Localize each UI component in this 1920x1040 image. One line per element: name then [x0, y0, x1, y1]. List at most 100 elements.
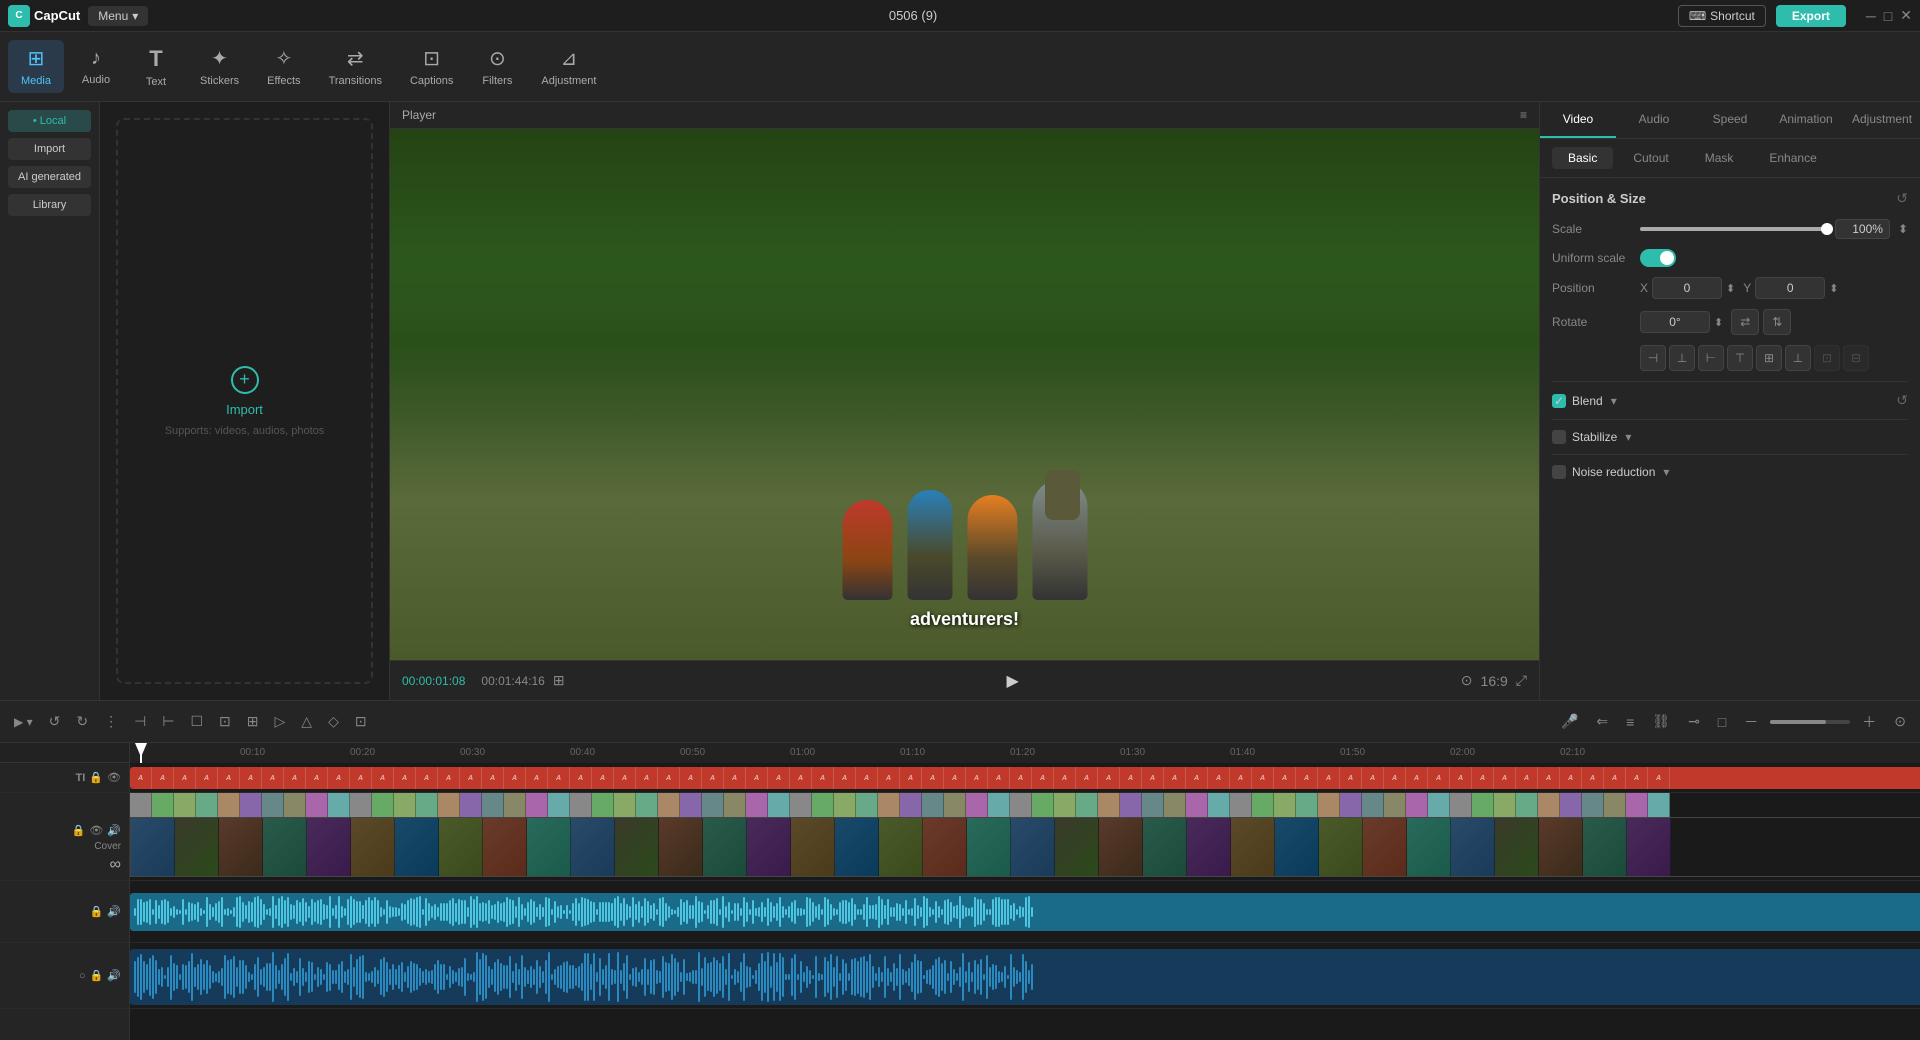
- tab-video[interactable]: Video: [1540, 102, 1616, 138]
- tab-speed[interactable]: Speed: [1692, 102, 1768, 138]
- noise-reduction-info[interactable]: ▾: [1663, 465, 1669, 479]
- eye-icon-tt[interactable]: 👁: [107, 771, 121, 784]
- text-track-segment[interactable]: AAAAAAAAAAAAAAAAAAAAAAAAAAAAAAAAAAAAAAAA…: [130, 767, 1920, 789]
- align-bottom-button[interactable]: ⊥: [1785, 345, 1811, 371]
- align-center-v-button[interactable]: ⊞: [1756, 345, 1782, 371]
- chain-button[interactable]: ⛓: [1646, 709, 1676, 734]
- sub-tab-enhance[interactable]: Enhance: [1753, 147, 1832, 169]
- fullscreen-button[interactable]: ⤢: [1516, 672, 1527, 689]
- crop-button[interactable]: ⊡: [349, 709, 373, 734]
- export-button[interactable]: Export: [1776, 5, 1846, 27]
- toolbar-item-stickers[interactable]: ✦ Stickers: [188, 40, 251, 93]
- play-button[interactable]: ▶: [1007, 671, 1019, 691]
- align-center-h-button[interactable]: ⊥: [1669, 345, 1695, 371]
- sub-tab-cutout[interactable]: Cutout: [1617, 147, 1684, 169]
- y-spinners[interactable]: ⬍: [1829, 282, 1838, 295]
- cursor-tool-button[interactable]: ▶ ▾: [8, 711, 39, 733]
- local-button[interactable]: • Local: [8, 110, 91, 132]
- rotate-input[interactable]: [1640, 311, 1710, 333]
- noise-reduction-checkbox[interactable]: [1552, 465, 1566, 479]
- scale-value-input[interactable]: [1835, 219, 1890, 239]
- scale-slider-thumb[interactable]: [1821, 223, 1833, 235]
- stabilize-checkbox[interactable]: [1552, 430, 1566, 444]
- blend-checkbox[interactable]: ✓: [1552, 394, 1566, 408]
- paste-button[interactable]: ⊞: [241, 709, 265, 734]
- time-display-toggle[interactable]: ⊞: [553, 672, 565, 689]
- player-menu-icon[interactable]: ≡: [1520, 108, 1527, 122]
- import-label[interactable]: Import: [226, 402, 263, 417]
- toolbar-item-filters[interactable]: ⊙ Filters: [469, 40, 525, 93]
- audio-button[interactable]: △: [295, 709, 318, 734]
- toolbar-item-transitions[interactable]: ⇄ Transitions: [317, 40, 394, 93]
- y-input[interactable]: [1755, 277, 1825, 299]
- sub-tab-mask[interactable]: Mask: [1689, 147, 1750, 169]
- align-left-button[interactable]: ⊣: [1640, 345, 1666, 371]
- audio-track-2-segment[interactable]: [130, 949, 1920, 1005]
- scale-spinners[interactable]: ⬍: [1898, 222, 1908, 236]
- library-button[interactable]: Library: [8, 194, 91, 216]
- toolbar-item-captions[interactable]: ⊡ Captions: [398, 40, 465, 93]
- cut-button[interactable]: ⊸: [1682, 709, 1706, 734]
- mic-button[interactable]: 🎤: [1555, 709, 1584, 734]
- sub-tab-basic[interactable]: Basic: [1552, 147, 1613, 169]
- infinity-icon[interactable]: ∞: [110, 856, 121, 874]
- toolbar-item-media[interactable]: ⊞ Media: [8, 40, 64, 93]
- uniform-scale-toggle[interactable]: [1640, 249, 1676, 267]
- toolbar-item-text[interactable]: T Text: [128, 40, 184, 94]
- delete-button[interactable]: ☐: [184, 709, 209, 734]
- tab-animation[interactable]: Animation: [1768, 102, 1844, 138]
- audio-track-1-segment[interactable]: [130, 893, 1920, 931]
- link-next-button[interactable]: ≡: [1620, 710, 1640, 734]
- zoom-in-button[interactable]: ＋: [1856, 708, 1882, 736]
- import-drop-area[interactable]: + Import Supports: videos, audios, photo…: [116, 118, 373, 684]
- audio-mute-icon-2[interactable]: 🔊: [107, 969, 121, 982]
- split-button[interactable]: ⋮: [98, 709, 124, 734]
- comment-button[interactable]: □: [1712, 710, 1732, 734]
- undo-button[interactable]: ↺: [43, 709, 67, 734]
- blend-reset[interactable]: ↺: [1896, 392, 1908, 409]
- flip-horizontal-button[interactable]: ⇄: [1731, 309, 1759, 335]
- aspect-ratio-button[interactable]: 16:9: [1481, 673, 1508, 689]
- flip-vertical-button[interactable]: ⇅: [1763, 309, 1791, 335]
- timeline-scroll[interactable]: 00:10 00:20 00:30 00:40 00:50 01:00 01:1…: [130, 743, 1920, 1040]
- rotate-spinners[interactable]: ⬍: [1714, 316, 1723, 329]
- blend-info[interactable]: ▾: [1611, 394, 1617, 408]
- import-icon[interactable]: +: [231, 366, 259, 394]
- lock-icon-audio2[interactable]: 🔒: [90, 969, 104, 982]
- settings-button[interactable]: ⊙: [1888, 709, 1912, 734]
- x-spinners[interactable]: ⬍: [1726, 282, 1735, 295]
- redo-button[interactable]: ↻: [70, 709, 94, 734]
- zoom-out-button[interactable]: －: [1738, 708, 1764, 736]
- minimize-button[interactable]: ─: [1866, 8, 1876, 24]
- toolbar-item-effects[interactable]: ✧ Effects: [255, 40, 312, 93]
- lock-icon-tt[interactable]: 🔒: [89, 771, 103, 784]
- audio-mute-icon-1[interactable]: 🔊: [107, 905, 121, 918]
- x-input[interactable]: [1652, 277, 1722, 299]
- menu-button[interactable]: Menu ▾: [88, 6, 148, 26]
- import-button[interactable]: Import: [8, 138, 91, 160]
- lock-icon-audio1[interactable]: 🔒: [90, 905, 104, 918]
- audio-mute-icon-video[interactable]: 🔊: [107, 824, 121, 837]
- circle-icon[interactable]: ○: [79, 970, 86, 982]
- shortcut-button[interactable]: ⌨ Shortcut: [1678, 5, 1766, 27]
- maximize-button[interactable]: □: [1884, 8, 1892, 24]
- link-prev-button[interactable]: ⇐: [1590, 709, 1614, 734]
- scale-slider[interactable]: [1640, 227, 1827, 231]
- zoom-slider[interactable]: [1770, 720, 1850, 724]
- copy-button[interactable]: ⊡: [213, 709, 237, 734]
- trim-right-button[interactable]: ⊢: [156, 709, 180, 734]
- tab-audio[interactable]: Audio: [1616, 102, 1692, 138]
- align-top-button[interactable]: ⊤: [1727, 345, 1753, 371]
- keyframe-button[interactable]: ◇: [322, 709, 345, 734]
- align-right-button[interactable]: ⊢: [1698, 345, 1724, 371]
- trim-left-button[interactable]: ⊣: [128, 709, 152, 734]
- stabilize-info[interactable]: ▾: [1625, 430, 1631, 444]
- tab-adjustment[interactable]: Adjustment: [1844, 102, 1920, 138]
- lock-icon-video[interactable]: 🔒: [72, 824, 86, 837]
- play-segment-button[interactable]: ▷: [269, 709, 292, 734]
- position-size-reset[interactable]: ↺: [1896, 190, 1908, 207]
- toolbar-item-adjustment[interactable]: ⊿ Adjustment: [529, 40, 608, 93]
- screenshot-button[interactable]: ⊙: [1461, 672, 1473, 689]
- ai-generated-button[interactable]: AI generated: [8, 166, 91, 188]
- eye-icon-video[interactable]: 👁: [89, 824, 103, 837]
